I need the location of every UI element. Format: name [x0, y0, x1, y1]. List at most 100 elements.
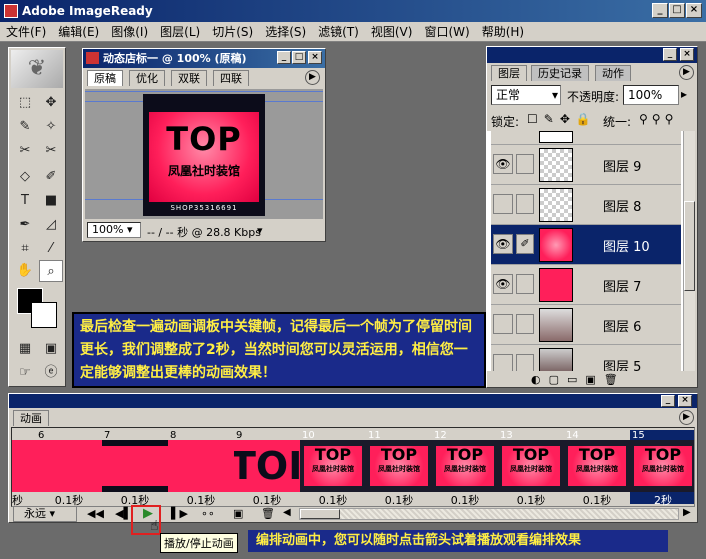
scroll-right-icon[interactable]: ▶	[683, 507, 691, 518]
frame-delay[interactable]: 0.1秒	[432, 492, 498, 506]
blend-mode-select[interactable]: 正常 ▾	[491, 85, 561, 105]
frame-7[interactable]: 7 0.1秒	[102, 430, 168, 506]
tab-4up[interactable]: 四联	[213, 70, 249, 86]
opacity-arrow-icon[interactable]: ▸	[681, 87, 687, 101]
move-tool-icon[interactable]: ✥	[39, 92, 63, 114]
layer-row[interactable]: 👁 图层 9	[491, 145, 681, 185]
minimize-button[interactable]: _	[652, 3, 668, 18]
link-box[interactable]	[516, 194, 534, 214]
eye-icon[interactable]: 👁	[493, 234, 513, 254]
frame-10[interactable]: 10 TOP 凤凰社时装馆 0.1秒	[300, 430, 366, 506]
tab-history[interactable]: 历史记录	[531, 65, 589, 81]
layer-row[interactable]: 👁 图层 7	[491, 265, 681, 305]
eye-toggle-empty[interactable]	[493, 354, 513, 371]
doc-minimize-button[interactable]: _	[277, 51, 291, 64]
tab-actions[interactable]: 动作	[595, 65, 631, 81]
tween-icon[interactable]: ∘∘	[201, 507, 215, 520]
lock-icons[interactable]: ☐✎✥🔒	[527, 112, 597, 126]
scrollbar-thumb[interactable]	[684, 201, 695, 291]
panel-close-button[interactable]: ×	[680, 48, 694, 61]
toggle-slices-icon[interactable]: ▦	[13, 338, 37, 360]
eraser-tool-icon[interactable]: ◇	[13, 166, 37, 188]
menu-file[interactable]: 文件(F)	[0, 22, 52, 42]
panel-menu-arrow-icon[interactable]: ▶	[679, 65, 694, 80]
shape-tool-icon[interactable]: ◿	[39, 214, 63, 236]
anim-close-button[interactable]: ×	[678, 395, 692, 407]
layer-row-partial[interactable]	[491, 131, 681, 145]
frame-delay[interactable]: 0.1秒	[366, 492, 432, 506]
tab-layers[interactable]: 图层	[491, 65, 527, 81]
image-map-icon[interactable]: ▣	[39, 338, 63, 360]
duplicate-frame-icon[interactable]: ▣	[233, 507, 243, 520]
prev-frame-icon[interactable]: ◀▌	[115, 507, 132, 520]
layer-row-selected[interactable]: 👁 ✐ 图层 10	[491, 225, 681, 265]
menu-edit[interactable]: 编辑(E)	[52, 22, 105, 42]
frame-delay[interactable]: 0.1秒	[564, 492, 630, 506]
eye-toggle-empty[interactable]	[493, 314, 513, 334]
frame-13[interactable]: 13 TOP 凤凰社时装馆 0.1秒	[498, 430, 564, 506]
anim-menu-arrow-icon[interactable]: ▶	[679, 410, 694, 425]
doc-close-button[interactable]: ×	[308, 51, 322, 64]
tab-optimized[interactable]: 优化	[129, 70, 165, 86]
menu-slice[interactable]: 切片(S)	[206, 22, 259, 42]
brush-icon[interactable]: ✐	[516, 234, 534, 254]
link-box[interactable]	[516, 154, 534, 174]
scrollbar-thumb[interactable]	[300, 509, 340, 519]
frame-6[interactable]: 6 0.1秒	[36, 430, 102, 506]
lasso-tool-icon[interactable]: ✎	[13, 116, 37, 138]
crop-tool-icon[interactable]: ⌗	[13, 238, 37, 260]
menu-help[interactable]: 帮助(H)	[476, 22, 530, 42]
brush-tool-icon[interactable]: ✐	[39, 166, 63, 188]
layers-scrollbar[interactable]	[683, 131, 695, 371]
background-color-swatch[interactable]	[31, 302, 57, 328]
frame-9[interactable]: 9 TOI 0.1秒	[234, 430, 300, 506]
crop-hand-icon[interactable]: ✂	[13, 140, 37, 162]
type-tool-icon[interactable]: T	[13, 190, 37, 212]
frame-delay[interactable]: 0.1秒	[168, 492, 234, 506]
link-box[interactable]	[516, 274, 534, 294]
frame-delay[interactable]: 0.1秒	[234, 492, 300, 506]
zoom-tool-icon[interactable]: ⌕	[39, 260, 63, 282]
layers-bottom-toolbar[interactable]: ◐▢▭▣🗑	[491, 373, 691, 387]
preview-browser-icon[interactable]: ⓔ	[39, 362, 63, 384]
menu-image[interactable]: 图像(I)	[105, 22, 154, 42]
frame-delay[interactable]: 0.1秒	[300, 492, 366, 506]
menu-view[interactable]: 视图(V)	[365, 22, 419, 42]
menu-layer[interactable]: 图层(L)	[154, 22, 206, 42]
anim-minimize-button[interactable]: _	[661, 395, 675, 407]
menu-select[interactable]: 选择(S)	[259, 22, 312, 42]
tab-2up[interactable]: 双联	[171, 70, 207, 86]
document-canvas[interactable]: TOP 凤凰社时装馆 SHOP35316691	[85, 89, 323, 219]
panel-minimize-button[interactable]: _	[663, 48, 677, 61]
frame-delay[interactable]: 0.1秒	[498, 492, 564, 506]
link-box[interactable]	[516, 314, 534, 334]
close-button[interactable]: ×	[686, 3, 702, 18]
layer-row[interactable]: 图层 6	[491, 305, 681, 345]
loop-select[interactable]: 永远 ▾	[13, 506, 77, 522]
frame-12[interactable]: 12 TOP 凤凰社时装馆 0.1秒	[432, 430, 498, 506]
eye-toggle-empty[interactable]	[493, 194, 513, 214]
hand-tool-icon[interactable]: ✋	[13, 260, 37, 282]
frame-14[interactable]: 14 TOP 凤凰社时装馆 0.1秒	[564, 430, 630, 506]
tab-original[interactable]: 原稿	[87, 70, 123, 86]
frame-delay[interactable]: 0.1秒	[36, 492, 102, 506]
marquee-tool-icon[interactable]: ⬚	[13, 92, 37, 114]
eye-icon[interactable]: 👁	[493, 154, 513, 174]
menu-filter[interactable]: 滤镜(T)	[312, 22, 365, 42]
frame-8[interactable]: 8 0.1秒	[168, 430, 234, 506]
frames-scrollbar[interactable]	[299, 508, 679, 520]
link-box[interactable]	[516, 354, 534, 371]
first-frame-icon[interactable]: ◀◀	[87, 507, 104, 520]
zoom-select[interactable]: 100% ▾	[87, 222, 141, 238]
next-frame-icon[interactable]: ▌▶	[171, 507, 188, 520]
delete-frame-icon[interactable]: 🗑	[261, 507, 275, 520]
layer-row[interactable]: 图层 8	[491, 185, 681, 225]
frame-delay[interactable]: 2秒	[630, 492, 694, 506]
status-arrow-icon[interactable]: ▾	[257, 224, 263, 237]
opacity-input[interactable]: 100%	[623, 85, 679, 105]
menu-window[interactable]: 窗口(W)	[418, 22, 475, 42]
layer-row[interactable]: 图层 5	[491, 345, 681, 371]
tab-animation[interactable]: 动画	[13, 410, 49, 426]
scroll-left-icon[interactable]: ◀	[283, 507, 291, 518]
rectangle-tool-icon[interactable]: ■	[39, 190, 63, 212]
